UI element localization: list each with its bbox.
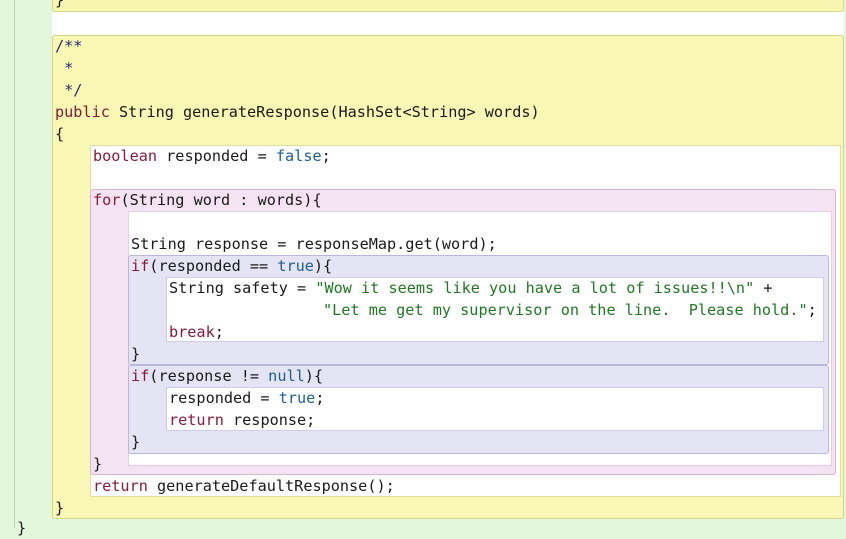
line-return-default[interactable]: return generateDefaultResponse(); (93, 475, 395, 497)
method-close-brace: } (55, 499, 65, 517)
method-open-brace: { (55, 125, 65, 143)
line-if-response-null[interactable]: if(response != null){ (131, 365, 323, 387)
line-set-responded[interactable]: responded = true; (169, 387, 324, 409)
line-return-response[interactable]: return response; (169, 409, 315, 431)
javadoc-mid: * (55, 59, 74, 77)
gap-band (52, 12, 844, 36)
line-for-header[interactable]: for(String word : words){ (93, 189, 322, 211)
prev-close-brace: } (55, 0, 65, 9)
line-safety-2[interactable]: "Let me get my supervisor on the line. P… (323, 299, 817, 321)
line-boolean-responded[interactable]: boolean responded = false; (93, 145, 331, 167)
line-safety-1[interactable]: String safety = "Wow it seems like you h… (169, 277, 773, 299)
javadoc-close: */ (55, 81, 83, 99)
line-break[interactable]: break; (169, 321, 224, 343)
previous-method-block (52, 0, 844, 12)
for-close-brace: } (93, 455, 103, 473)
line-response-get[interactable]: String response = responseMap.get(word); (131, 233, 497, 255)
method-signature[interactable]: public String generateResponse(HashSet<S… (55, 101, 540, 123)
line-if-responded[interactable]: if(responded == true){ (131, 255, 332, 277)
if-response-close-brace: } (131, 433, 141, 451)
javadoc-open: /** (55, 37, 83, 55)
class-close-brace: } (17, 519, 27, 537)
if-responded-close-brace: } (131, 345, 141, 363)
